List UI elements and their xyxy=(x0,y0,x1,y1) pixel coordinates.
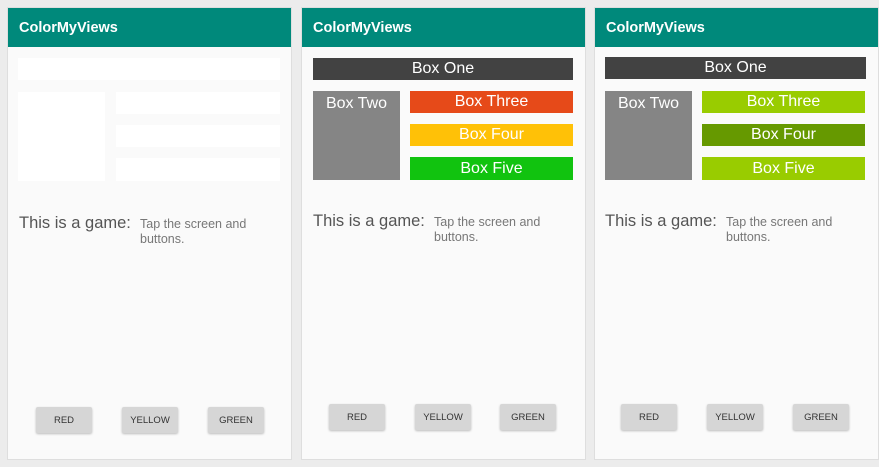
phone-screen-3: ColorMyViews Box One Box Two Box Three B… xyxy=(595,8,878,459)
app-title: ColorMyViews xyxy=(313,19,412,36)
box-one[interactable] xyxy=(18,58,280,80)
box-three-label: Box Three xyxy=(454,93,529,110)
box-two-label: Box Two xyxy=(325,95,388,112)
box-five[interactable] xyxy=(116,158,280,181)
box-two[interactable] xyxy=(18,92,105,181)
game-description: Tap the screen and buttons. xyxy=(140,217,247,246)
red-button[interactable]: RED xyxy=(621,404,677,430)
box-two[interactable]: Box Two xyxy=(313,91,400,180)
game-label: This is a game: xyxy=(19,214,131,232)
box-five-label: Box Five xyxy=(460,159,523,177)
yellow-button[interactable]: YELLOW xyxy=(415,404,471,430)
yellow-button[interactable]: YELLOW xyxy=(707,404,763,430)
box-three-label: Box Three xyxy=(746,93,821,110)
game-label: This is a game: xyxy=(605,212,717,230)
phone-screen-1: ColorMyViews This is a game: Tap the scr… xyxy=(8,8,291,459)
red-button[interactable]: RED xyxy=(329,404,385,430)
box-two[interactable]: Box Two xyxy=(605,91,692,180)
yellow-button[interactable]: YELLOW xyxy=(122,407,178,433)
box-four[interactable]: Box Four xyxy=(702,124,865,146)
green-button[interactable]: GREEN xyxy=(793,404,849,430)
box-one[interactable]: Box One xyxy=(313,58,573,80)
app-title: ColorMyViews xyxy=(19,19,118,36)
box-five[interactable]: Box Five xyxy=(410,157,573,180)
app-bar: ColorMyViews xyxy=(8,8,291,47)
box-one-label: Box One xyxy=(704,59,767,76)
green-button[interactable]: GREEN xyxy=(208,407,264,433)
box-one-label: Box One xyxy=(411,60,475,77)
app-title: ColorMyViews xyxy=(606,19,705,36)
box-three[interactable]: Box Three xyxy=(410,91,573,113)
box-one[interactable]: Box One xyxy=(605,57,866,79)
box-four-label: Box Four xyxy=(459,126,524,143)
game-description: Tap the screen and buttons. xyxy=(726,215,833,244)
box-three[interactable]: Box Three xyxy=(702,91,865,113)
green-button[interactable]: GREEN xyxy=(500,404,556,430)
box-four[interactable] xyxy=(116,125,280,147)
app-bar: ColorMyViews xyxy=(595,8,878,47)
phone-screen-2: ColorMyViews Box One Box Two Box Three B… xyxy=(302,8,585,459)
box-three[interactable] xyxy=(116,92,280,114)
game-label: This is a game: xyxy=(313,212,425,230)
box-two-label: Box Two xyxy=(617,95,680,112)
box-five[interactable]: Box Five xyxy=(702,157,865,180)
box-four[interactable]: Box Four xyxy=(410,124,573,146)
box-five-label: Box Five xyxy=(752,159,815,177)
game-description: Tap the screen and buttons. xyxy=(434,215,541,244)
app-bar: ColorMyViews xyxy=(302,8,585,47)
red-button[interactable]: RED xyxy=(36,407,92,433)
box-four-label: Box Four xyxy=(751,126,816,143)
